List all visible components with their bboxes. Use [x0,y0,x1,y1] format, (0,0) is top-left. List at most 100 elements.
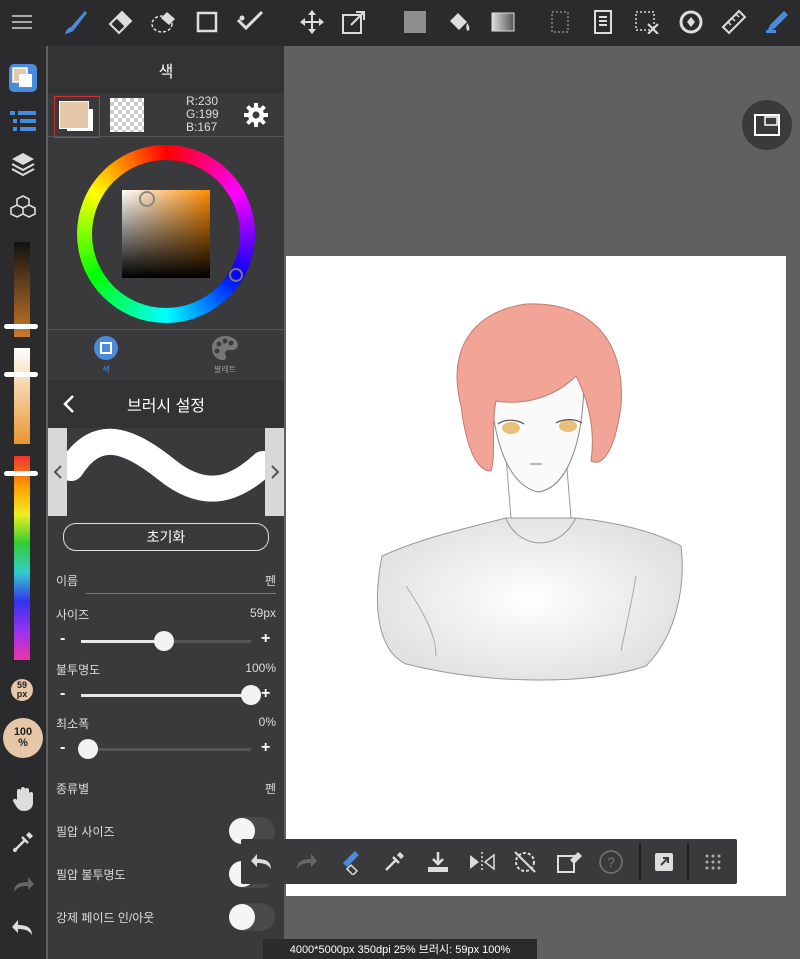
opacity-minus-button[interactable]: - [60,685,65,703]
eyedropper-icon[interactable] [378,846,410,878]
undo-icon[interactable] [7,912,39,944]
back-icon[interactable] [62,394,76,414]
next-brush-button[interactable] [265,428,284,516]
menu-icon[interactable] [6,6,38,38]
reset-button[interactable]: 초기화 [63,523,269,551]
rotate-reset-icon[interactable] [509,846,541,878]
transparent-swatch[interactable] [110,98,144,132]
opacity-indicator[interactable]: 100 % [3,718,43,758]
name-underline [86,593,276,594]
tab-color-label: 색 [102,365,110,374]
redo-icon[interactable] [7,869,39,901]
hue-picker[interactable] [229,268,243,282]
brush-preview [48,428,284,516]
size-minus-button[interactable]: - [60,630,65,648]
size-label: 사이즈 [56,608,90,622]
fade-label: 강제 페이드 인/아웃 [56,911,155,925]
redo-icon[interactable] [290,846,322,878]
color-panel-title: 색 [48,46,284,94]
gradient-icon[interactable] [487,6,519,38]
left-sidebar: 59 px 100 % [0,46,46,959]
type-label: 종류별 [56,782,90,796]
hue-dark-slider[interactable] [14,242,30,337]
opacity-unit: % [18,737,28,749]
bucket-icon[interactable] [443,6,475,38]
pen-active-icon[interactable] [761,6,793,38]
brush-list-icon[interactable] [7,105,39,137]
tab-palette[interactable]: 팔레트 [200,335,250,375]
toolbar-divider [639,843,641,880]
materials-icon[interactable] [7,192,39,224]
rotate-icon[interactable] [675,6,707,38]
primary-color [59,101,89,129]
brush-icon[interactable] [60,6,92,38]
color-swatch-icon[interactable] [7,62,39,94]
opacity-plus-button[interactable]: + [261,685,270,703]
clear-icon[interactable] [553,846,585,878]
eyedropper-icon[interactable] [7,826,39,858]
lasso-eraser-icon[interactable] [148,6,180,38]
select-dashed-icon[interactable] [545,6,577,38]
gear-icon[interactable] [243,102,269,128]
min-width-label: 최소폭 [56,717,90,731]
panel-divider [48,136,284,137]
brush-size-indicator[interactable]: 59 px [11,679,33,701]
help-icon[interactable]: ? [595,846,627,878]
min-width-slider[interactable] [77,739,251,759]
fill-color-icon[interactable] [399,6,431,38]
size-slider-knob[interactable] [154,631,175,651]
saturation-slider[interactable] [14,348,30,444]
size-slider[interactable] [81,631,251,651]
brush-settings-title: 브러시 설정 [126,398,206,415]
main-color-swatch[interactable] [54,96,100,138]
name-value[interactable]: 펜 [265,572,276,589]
eraser-icon[interactable] [104,6,136,38]
layers-icon[interactable] [7,148,39,180]
drawing-canvas[interactable] [286,256,786,896]
move-icon[interactable] [296,6,328,38]
window-icon [754,114,780,136]
opacity-slider-knob[interactable] [241,685,261,705]
sv-picker[interactable] [139,191,155,207]
svg-text:?: ? [607,854,615,870]
hand-icon[interactable] [7,783,39,815]
rect-select-icon[interactable] [191,6,223,38]
tab-palette-label: 팔레트 [213,365,237,374]
hue-spectrum-slider[interactable] [14,456,30,660]
pressure-size-label: 필압 사이즈 [56,825,115,839]
ruler-icon[interactable] [718,6,750,38]
flip-icon[interactable] [466,846,498,878]
prev-brush-button[interactable] [48,428,67,516]
save-icon[interactable] [422,846,454,878]
select-clear-icon[interactable] [631,6,663,38]
check-pen-icon[interactable] [234,6,266,38]
rgb-b: B:167 [186,120,218,134]
sv-square[interactable] [122,190,210,278]
min-width-minus-button[interactable]: - [60,739,65,757]
pressure-opacity-label: 필압 불투명도 [56,868,126,882]
min-width-slider-knob[interactable] [77,739,98,759]
top-toolbar [0,0,800,46]
grid-icon[interactable] [697,846,729,878]
min-width-plus-button[interactable]: + [261,739,270,757]
expand-icon[interactable] [648,846,680,878]
panel-divider [48,329,284,330]
fade-toggle[interactable] [229,903,275,931]
eraser-brush-icon[interactable] [334,846,366,878]
slider-handle[interactable] [4,324,38,329]
min-width-value: 0% [258,715,276,729]
window-mode-button[interactable] [742,100,792,150]
opacity-slider[interactable] [81,685,261,705]
layer-doc-icon[interactable] [587,6,619,38]
undo-icon[interactable] [246,846,278,878]
brush-stroke-preview [67,429,265,502]
slider-handle[interactable] [4,471,38,476]
tab-color[interactable]: 색 [86,335,126,375]
slider-handle[interactable] [4,372,38,377]
opacity-value: 100% [245,661,276,675]
type-value[interactable]: 펜 [265,780,276,797]
bottom-toolbar: ? [241,839,737,884]
color-panel: 색 R:230 G:199 B:167 색 팔레트 [48,46,284,380]
transform-icon[interactable] [338,6,370,38]
size-plus-button[interactable]: + [261,630,270,648]
